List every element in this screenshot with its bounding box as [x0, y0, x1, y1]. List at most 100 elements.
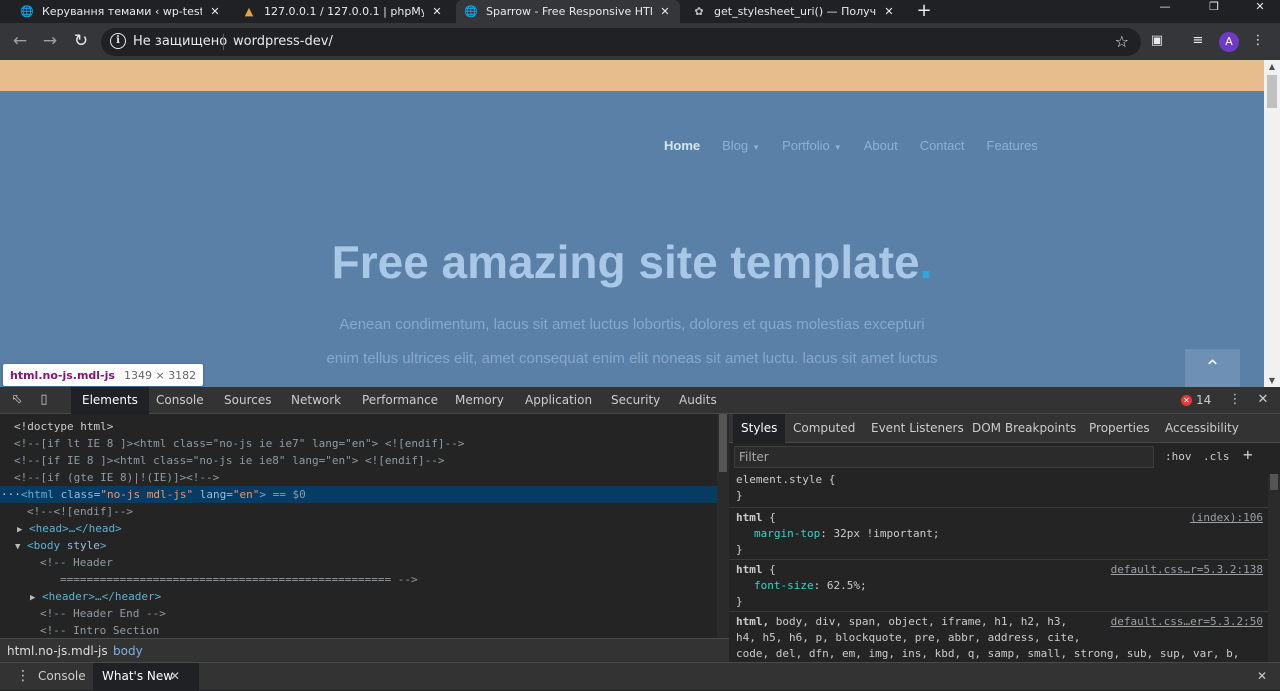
- sidebar-tabbar: Styles Computed Event Listeners DOM Brea…: [729, 414, 1280, 443]
- scroll-up-icon[interactable]: ▲: [1264, 62, 1280, 71]
- tab-performance[interactable]: Performance: [351, 387, 449, 414]
- back-to-top-button[interactable]: ⌃: [1185, 349, 1240, 387]
- nav-contact[interactable]: Contact: [920, 138, 965, 153]
- hover-state-toggle[interactable]: :hov: [1165, 450, 1192, 463]
- nav-portfolio[interactable]: Portfolio ▼: [782, 138, 842, 153]
- info-icon[interactable]: i: [110, 33, 126, 49]
- address-bar[interactable]: i Не защищено wordpress-dev/ ☆: [101, 28, 1141, 56]
- browser-tab[interactable]: ▲ 127.0.0.1 / 127.0.0.1 | phpMyAdm ✕: [234, 0, 452, 23]
- nav-about[interactable]: About: [864, 138, 898, 153]
- tab-network[interactable]: Network: [280, 387, 352, 414]
- extension-icon[interactable]: ▣: [1148, 33, 1166, 51]
- close-icon[interactable]: ✕: [882, 5, 896, 18]
- tab-application[interactable]: Application: [514, 387, 603, 414]
- expand-arrow-icon[interactable]: ▶: [17, 525, 22, 535]
- styles-filter-input[interactable]: Filter: [734, 446, 1154, 468]
- close-drawer-icon[interactable]: ✕: [1248, 663, 1276, 691]
- collapse-arrow-icon[interactable]: ▼: [15, 542, 20, 552]
- tab-memory[interactable]: Memory: [444, 387, 515, 414]
- expand-arrow-icon[interactable]: ▶: [30, 593, 35, 603]
- restore-icon[interactable]: ❐: [1191, 0, 1237, 23]
- css-property-name[interactable]: margin-top: [754, 527, 820, 540]
- close-icon[interactable]: ✕: [430, 5, 444, 18]
- css-rule-element-style[interactable]: element.style { }: [729, 472, 1270, 508]
- new-tab-button[interactable]: +: [912, 0, 936, 23]
- scrollbar-thumb[interactable]: [1270, 474, 1278, 490]
- tab-security[interactable]: Security: [600, 387, 671, 414]
- tab-computed[interactable]: Computed: [785, 414, 863, 443]
- drawer-tab-console[interactable]: Console: [29, 663, 95, 691]
- css-property-value[interactable]: 62.5%;: [827, 579, 867, 592]
- tab-properties[interactable]: Properties: [1081, 414, 1158, 443]
- reload-icon[interactable]: ↻: [70, 31, 92, 53]
- back-icon[interactable]: ←: [9, 31, 31, 53]
- browser-tab-active[interactable]: 🌐 Sparrow - Free Responsive HTML ✕: [456, 0, 680, 23]
- close-devtools-icon[interactable]: ✕: [1255, 392, 1271, 408]
- nav-home[interactable]: Home: [664, 138, 700, 153]
- scrollbar-thumb[interactable]: [1267, 75, 1277, 108]
- reading-list-icon[interactable]: ≡: [1189, 33, 1207, 51]
- attr-name: style: [66, 539, 100, 552]
- tab-dom-breakpoints[interactable]: DOM Breakpoints: [964, 414, 1084, 443]
- dom-node[interactable]: <!--[if IE 8 ]><html class="no-js ie ie8…: [0, 452, 717, 469]
- class-toggle[interactable]: .cls: [1203, 450, 1230, 463]
- dom-node-selected[interactable]: ···<html class="no-js mdl-js" lang="en">…: [0, 486, 717, 503]
- minimize-icon[interactable]: —: [1142, 0, 1188, 23]
- tab-sources[interactable]: Sources: [213, 387, 282, 414]
- dom-node[interactable]: <!-- Header End -->: [0, 605, 717, 622]
- rule-source-link[interactable]: default.css…r=5.3.2:138: [1111, 562, 1263, 578]
- tab-event-listeners[interactable]: Event Listeners: [863, 414, 972, 443]
- rule-selector: html: [736, 511, 763, 524]
- nav-features[interactable]: Features: [987, 138, 1038, 153]
- dom-node[interactable]: ▼ <body style>: [0, 537, 717, 554]
- dom-node[interactable]: <!--[if (gte IE 8)|!(IE)]><!-->: [0, 469, 717, 486]
- page-scrollbar[interactable]: ▲ ▼: [1264, 60, 1280, 387]
- forward-icon[interactable]: →: [39, 31, 61, 53]
- drawer-tab-whats-new[interactable]: What's New: [93, 663, 200, 691]
- breadcrumb-body[interactable]: body: [113, 644, 143, 658]
- dom-node[interactable]: <!--<![endif]-->: [0, 503, 717, 520]
- tab-accessibility[interactable]: Accessibility: [1157, 414, 1247, 443]
- tab-elements[interactable]: Elements: [71, 387, 149, 414]
- tab-styles[interactable]: Styles: [733, 414, 786, 443]
- styles-scrollbar[interactable]: [1268, 474, 1280, 662]
- tab-console[interactable]: Console: [145, 387, 215, 414]
- menu-icon[interactable]: ⋮: [1249, 33, 1267, 51]
- devtools-menu-icon[interactable]: ⋮: [1227, 392, 1243, 408]
- url-text[interactable]: wordpress-dev/: [233, 34, 333, 49]
- rule-source-link[interactable]: (index):106: [1190, 510, 1263, 526]
- close-icon[interactable]: ✕: [208, 5, 222, 18]
- scroll-down-icon[interactable]: ▼: [1264, 376, 1280, 385]
- error-counter[interactable]: ✕ 14: [1181, 393, 1211, 407]
- scrollbar-thumb[interactable]: [719, 414, 727, 472]
- new-rule-button[interactable]: +: [1243, 445, 1253, 464]
- elements-scrollbar[interactable]: [717, 414, 729, 638]
- dom-node[interactable]: <!--[if lt IE 8 ]><html class="no-js ie …: [0, 435, 717, 452]
- profile-avatar[interactable]: A: [1219, 32, 1239, 52]
- close-window-icon[interactable]: ✕: [1237, 0, 1280, 23]
- close-icon[interactable]: ✕: [168, 663, 182, 691]
- tab-title: get_stylesheet_uri() — Получает: [714, 5, 876, 18]
- breadcrumb-html[interactable]: html.no-js.mdl-js: [7, 644, 108, 658]
- rule-source-link[interactable]: default.css…er=5.3.2:50: [1111, 614, 1263, 630]
- css-property-name[interactable]: font-size: [754, 579, 814, 592]
- dom-node[interactable]: ▶ <header>…</header>: [0, 588, 717, 605]
- close-icon[interactable]: ✕: [658, 5, 672, 18]
- rule-selector-line: code, del, dfn, em, img, ins, kbd, q, sa…: [736, 647, 1240, 660]
- css-property-value[interactable]: 32px !important;: [833, 527, 939, 540]
- nav-blog[interactable]: Blog ▼: [722, 138, 760, 153]
- css-rule[interactable]: html { default.css…r=5.3.2:138 font-size…: [729, 562, 1270, 612]
- css-rule[interactable]: html { (index):106 margin-top: 32px !imp…: [729, 510, 1270, 560]
- tab-audits[interactable]: Audits: [668, 387, 728, 414]
- device-toolbar-icon[interactable]: ▯: [36, 392, 52, 408]
- dom-node[interactable]: <!-- Intro Section: [0, 622, 717, 638]
- inspect-element-icon[interactable]: ⬁: [9, 392, 25, 408]
- dom-node[interactable]: ▶ <head>…</head>: [0, 520, 717, 537]
- browser-tab[interactable]: 🌐 Керування темами ‹ wp-test — W ✕: [12, 0, 230, 23]
- bookmark-star-icon[interactable]: ☆: [1115, 32, 1129, 51]
- dom-node[interactable]: <!-- Header: [0, 554, 717, 571]
- css-rule[interactable]: html, body, div, span, object, iframe, h…: [729, 614, 1270, 662]
- dom-node: ========================================…: [0, 571, 717, 588]
- dom-node[interactable]: <!doctype html>: [0, 418, 717, 435]
- browser-tab[interactable]: ✿ get_stylesheet_uri() — Получает ✕: [684, 0, 904, 23]
